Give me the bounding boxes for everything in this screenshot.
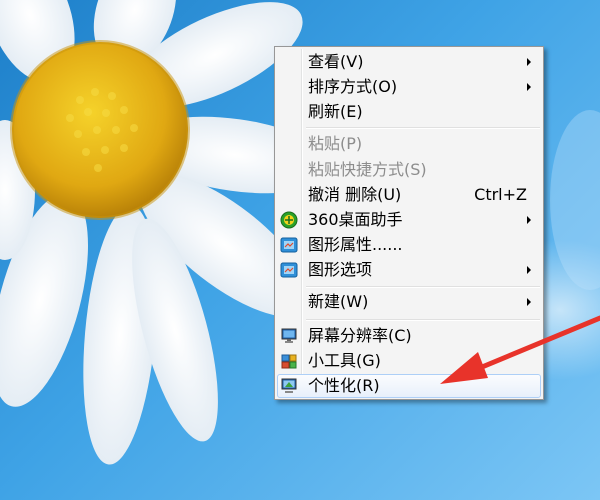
monitor-icon [281, 328, 297, 343]
menu-item-view[interactable]: 查看(V) [277, 50, 541, 74]
menu-item-label: 小工具(G) [308, 351, 381, 370]
menu-item-label: 屏幕分辨率(C) [308, 326, 412, 345]
menu-item-graphics-options[interactable]: 图形选项 [277, 258, 541, 282]
menu-item-refresh[interactable]: 刷新(E) [277, 100, 541, 124]
menu-separator [306, 286, 540, 288]
submenu-arrow-icon [527, 266, 531, 274]
360-icon [280, 211, 298, 229]
desktop-context-menu: 查看(V) 排序方式(O) 刷新(E) 粘贴(P) 粘贴快捷方式(S) 撤消 删… [274, 46, 544, 400]
menu-item-gadgets[interactable]: 小工具(G) [277, 349, 541, 373]
menu-separator [306, 127, 540, 129]
menu-item-screen-resolution[interactable]: 屏幕分辨率(C) [277, 324, 541, 348]
menu-item-new[interactable]: 新建(W) [277, 290, 541, 314]
submenu-arrow-icon [527, 58, 531, 66]
menu-item-sort-by[interactable]: 排序方式(O) [277, 75, 541, 99]
menu-item-label: 图形选项 [308, 260, 373, 279]
menu-item-360-desktop-assistant[interactable]: 360桌面助手 [277, 208, 541, 232]
submenu-arrow-icon [527, 298, 531, 306]
graphics-options-icon [280, 262, 298, 278]
menu-item-label: 刷新(E) [308, 102, 363, 121]
menu-item-label: 查看(V) [308, 52, 364, 71]
submenu-arrow-icon [527, 83, 531, 91]
menu-item-label: 图形属性...... [308, 235, 403, 254]
menu-item-label: 新建(W) [308, 292, 369, 311]
menu-item-label: 粘贴(P) [308, 134, 363, 153]
gadgets-icon [281, 354, 297, 369]
menu-item-paste: 粘贴(P) [277, 132, 541, 156]
personalize-icon [281, 378, 297, 393]
menu-item-personalize[interactable]: 个性化(R) [277, 374, 541, 398]
menu-item-label: 360桌面助手 [308, 210, 403, 229]
menu-item-label: 撤消 删除(U) [308, 185, 402, 204]
menu-item-label: 个性化(R) [308, 376, 380, 395]
menu-item-label: 排序方式(O) [308, 77, 398, 96]
menu-item-undo-delete[interactable]: 撤消 删除(U) Ctrl+Z [277, 183, 541, 207]
menu-item-label: 粘贴快捷方式(S) [308, 160, 427, 179]
submenu-arrow-icon [527, 216, 531, 224]
menu-item-shortcut: Ctrl+Z [474, 185, 527, 204]
menu-item-paste-shortcut: 粘贴快捷方式(S) [277, 158, 541, 182]
menu-separator [306, 319, 540, 321]
menu-item-graphics-properties[interactable]: 图形属性...... [277, 233, 541, 257]
graphics-properties-icon [280, 237, 298, 253]
